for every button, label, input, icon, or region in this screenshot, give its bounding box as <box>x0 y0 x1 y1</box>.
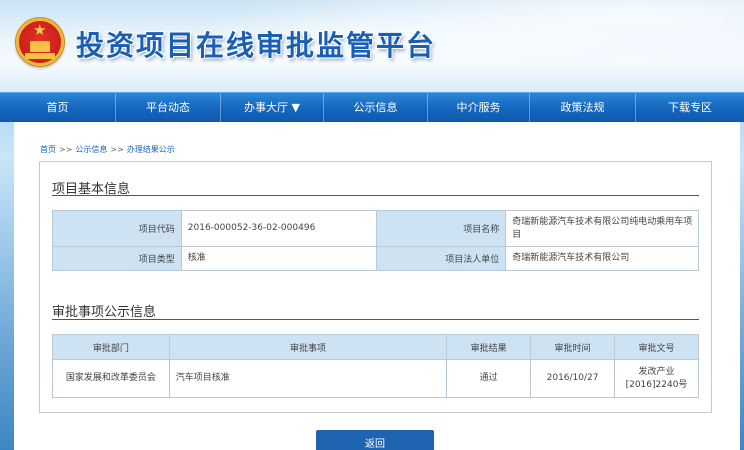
project-code-value: 2016-000052-36-02-000496 <box>180 210 377 247</box>
nav-item-downloads[interactable]: 下载专区 <box>636 93 744 123</box>
project-name-label: 项目名称 <box>375 210 507 247</box>
column-header: 审批文号 <box>614 334 699 360</box>
column-header: 审批时间 <box>530 334 616 360</box>
table-row: 国家发展和改革委员会 汽车项目核准 通过 2016/10/27 发改产业[201… <box>52 359 699 398</box>
site-header: ★ 投资项目在线审批监管平台 <box>0 0 744 92</box>
approval-date: 2016/10/27 <box>530 359 616 398</box>
breadcrumb: 首页 >> 公示信息 >> 办理结果公示 <box>40 144 175 155</box>
nav-item-home[interactable]: 首页 <box>0 93 116 123</box>
project-name-value: 奇瑞新能源汽车技术有限公司纯电动乘用车项目 <box>505 210 699 247</box>
approval-info-title: 审批事项公示信息 <box>52 305 157 320</box>
section-divider <box>52 195 699 196</box>
breadcrumb-separator: >> <box>110 145 124 154</box>
approval-dept: 国家发展和改革委员会 <box>52 359 170 398</box>
project-code-label: 项目代码 <box>52 210 182 247</box>
breadcrumb-public-info[interactable]: 公示信息 <box>75 145 107 154</box>
site-title: 投资项目在线审批监管平台 <box>76 29 437 62</box>
column-header: 审批部门 <box>52 334 170 360</box>
project-type-value: 核准 <box>180 246 377 271</box>
approval-table: 审批部门 审批事项 审批结果 审批时间 审批文号 国家发展和改革委员会 汽车项目… <box>52 334 699 398</box>
column-header: 审批事项 <box>168 334 448 360</box>
breadcrumb-results[interactable]: 办理结果公示 <box>127 145 175 154</box>
main-nav: 首页 平台动态 办事大厅 ▼ 公示信息 中介服务 政策法规 下载专区 <box>0 92 744 123</box>
details-box: 项目基本信息 项目代码 2016-000052-36-02-000496 项目名… <box>39 161 712 413</box>
project-type-label: 项目类型 <box>52 246 182 271</box>
legal-entity-label: 项目法人单位 <box>375 246 507 271</box>
nav-item-service-hall[interactable]: 办事大厅 ▼ <box>221 93 324 123</box>
project-info-table: 项目代码 2016-000052-36-02-000496 项目名称 奇瑞新能源… <box>52 210 699 271</box>
breadcrumb-home[interactable]: 首页 <box>40 145 56 154</box>
approval-result: 通过 <box>446 359 532 398</box>
nav-item-platform-news[interactable]: 平台动态 <box>116 93 221 123</box>
breadcrumb-separator: >> <box>59 145 73 154</box>
nav-item-policy[interactable]: 政策法规 <box>530 93 636 123</box>
national-emblem-icon: ★ <box>16 18 64 66</box>
section-divider <box>52 319 699 320</box>
back-button[interactable]: 返回 <box>316 430 434 450</box>
approval-matter: 汽车项目核准 <box>168 359 448 398</box>
nav-item-public-info[interactable]: 公示信息 <box>324 93 428 123</box>
legal-entity-value: 奇瑞新能源汽车技术有限公司 <box>505 246 699 271</box>
approval-doc-no: 发改产业[2016]2240号 <box>614 359 699 398</box>
column-header: 审批结果 <box>446 334 532 360</box>
content-panel: 首页 >> 公示信息 >> 办理结果公示 项目基本信息 项目代码 2016-000052… <box>14 122 740 450</box>
nav-item-intermediary[interactable]: 中介服务 <box>428 93 530 123</box>
